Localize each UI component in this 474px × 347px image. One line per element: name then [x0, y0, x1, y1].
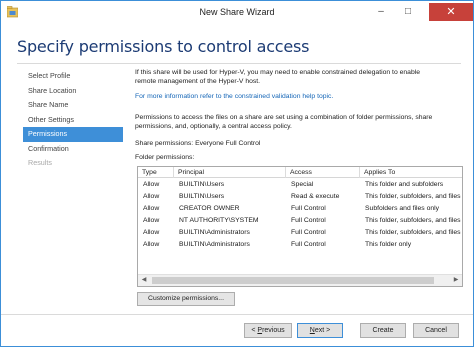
hyperv-note-line-2: remote management of the Hyper-V host.: [135, 77, 261, 85]
column-header-applies-to[interactable]: Applies To: [360, 167, 462, 178]
table-row[interactable]: Allow BUILTIN\Administrators Full Contro…: [138, 239, 462, 251]
cell-access: Special: [291, 181, 314, 188]
cell-applies-to: This folder, subfolders, and files: [365, 193, 461, 200]
cell-applies-to: This folder and subfolders: [365, 181, 444, 188]
horizontal-scrollbar[interactable]: ◀ ▶: [138, 274, 462, 286]
next-button[interactable]: Next >: [297, 323, 343, 338]
nav-item-select-profile[interactable]: Select Profile: [23, 69, 123, 84]
table-row[interactable]: Allow BUILTIN\Users Read & execute This …: [138, 191, 462, 203]
cell-principal: BUILTIN\Users: [179, 193, 225, 200]
cell-principal: CREATOR OWNER: [179, 205, 240, 212]
cell-applies-to: This folder, subfolders, and files: [365, 229, 461, 236]
nav-item-share-name[interactable]: Share Name: [23, 98, 123, 113]
table-row[interactable]: Allow BUILTIN\Administrators Full Contro…: [138, 227, 462, 239]
cell-type: Allow: [143, 229, 160, 236]
cell-principal: BUILTIN\Users: [179, 181, 225, 188]
cell-applies-to: This folder only: [365, 241, 412, 248]
cell-applies-to: Subfolders and files only: [365, 205, 440, 212]
chevron-right-icon[interactable]: ▶: [450, 275, 462, 286]
cell-type: Allow: [143, 205, 160, 212]
scrollbar-thumb[interactable]: [152, 277, 434, 284]
header-divider: [17, 63, 461, 64]
column-header-access[interactable]: Access: [286, 167, 360, 178]
table-row[interactable]: Allow NT AUTHORITY\SYSTEM Full Control T…: [138, 215, 462, 227]
previous-button[interactable]: < Previous: [244, 323, 292, 338]
minimize-button[interactable]: –: [369, 3, 393, 21]
access-description-line-1: Permissions to access the files on a sha…: [135, 114, 433, 121]
cell-applies-to: This folder, subfolders, and files: [365, 217, 461, 224]
page-title: Specify permissions to control access: [17, 37, 310, 56]
cell-type: Allow: [143, 181, 160, 188]
close-button[interactable]: ✕: [429, 3, 473, 21]
title-bar[interactable]: New Share Wizard – □ ✕: [1, 1, 473, 25]
constrained-validation-help-link[interactable]: For more information refer to the constr…: [135, 93, 457, 102]
next-label: ext >: [314, 327, 331, 334]
access-description: Permissions to access the files on a sha…: [135, 114, 457, 131]
wizard-header: Specify permissions to control access: [1, 25, 473, 63]
cell-principal: NT AUTHORITY\SYSTEM: [179, 217, 259, 224]
chevron-left-icon[interactable]: ◀: [138, 275, 150, 286]
create-button[interactable]: Create: [360, 323, 406, 338]
maximize-button[interactable]: □: [396, 3, 420, 21]
table-row[interactable]: Allow BUILTIN\Users Special This folder …: [138, 179, 462, 191]
column-header-principal[interactable]: Principal: [174, 167, 286, 178]
nav-item-share-location[interactable]: Share Location: [23, 84, 123, 99]
wizard-window: New Share Wizard – □ ✕ Specify permissio…: [0, 0, 474, 347]
cancel-button[interactable]: Cancel: [413, 323, 459, 338]
cell-type: Allow: [143, 217, 160, 224]
column-header-type[interactable]: Type: [138, 167, 174, 178]
nav-item-confirmation[interactable]: Confirmation: [23, 142, 123, 157]
cell-type: Allow: [143, 193, 160, 200]
folder-permissions-list[interactable]: Type Principal Access Applies To Allow B…: [137, 166, 463, 287]
nav-item-results: Results: [28, 158, 52, 167]
folder-permissions-label: Folder permissions:: [135, 154, 195, 161]
footer-divider: [1, 314, 473, 315]
cell-principal: BUILTIN\Administrators: [179, 241, 250, 248]
list-header: Type Principal Access Applies To: [138, 167, 462, 178]
previous-label: revious: [262, 327, 285, 334]
nav-item-other-settings[interactable]: Other Settings: [23, 113, 123, 128]
cell-access: Full Control: [291, 241, 326, 248]
hyperv-note: If this share will be used for Hyper-V, …: [135, 69, 457, 86]
cell-access: Read & execute: [291, 193, 340, 200]
table-row[interactable]: Allow CREATOR OWNER Full Control Subfold…: [138, 203, 462, 215]
hyperv-note-line-1: If this share will be used for Hyper-V, …: [135, 69, 421, 76]
cell-access: Full Control: [291, 205, 326, 212]
access-description-line-2: permissions, and, optionally, a central …: [135, 122, 292, 130]
cell-principal: BUILTIN\Administrators: [179, 229, 250, 236]
cell-access: Full Control: [291, 229, 326, 236]
cell-type: Allow: [143, 241, 160, 248]
nav-item-permissions[interactable]: Permissions: [23, 127, 123, 142]
wizard-steps-nav: Select Profile Share Location Share Name…: [23, 69, 123, 171]
cell-access: Full Control: [291, 217, 326, 224]
share-permissions-text: Share permissions: Everyone Full Control: [135, 140, 261, 147]
customize-permissions-button[interactable]: Customize permissions...: [137, 292, 235, 306]
